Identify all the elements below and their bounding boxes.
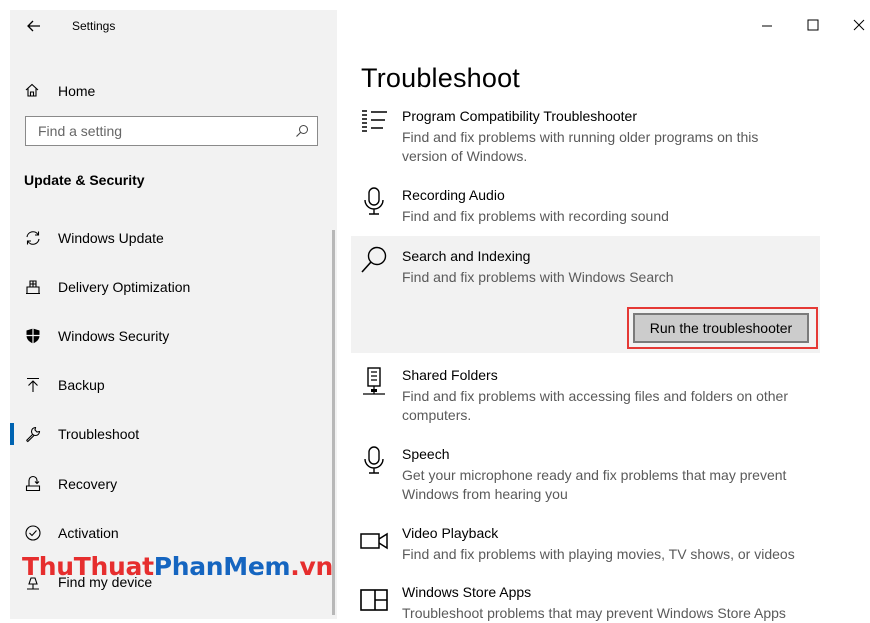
troubleshooter-item-windows-store-apps[interactable]: Windows Store Apps Troubleshoot problems… <box>351 584 820 621</box>
troubleshooter-item-shared-folders[interactable]: Shared Folders Find and fix problems wit… <box>351 367 820 427</box>
sidebar-item-troubleshoot[interactable]: Troubleshoot <box>10 415 337 453</box>
close-icon <box>853 19 865 31</box>
backup-arrow-icon <box>27 377 39 392</box>
close-button[interactable] <box>836 10 870 40</box>
section-header: Update & Security <box>24 172 145 188</box>
sidebar-item-activation[interactable]: Activation <box>10 514 337 552</box>
maximize-button[interactable] <box>790 10 836 40</box>
sidebar-item-label: Windows Update <box>58 230 164 246</box>
title-bar: Settings <box>10 10 337 42</box>
sidebar-home[interactable]: Home <box>10 72 337 108</box>
video-camera-icon <box>360 532 388 550</box>
troubleshooter-desc: Find and fix problems with recording sou… <box>402 208 669 224</box>
troubleshooter-name: Windows Store Apps <box>402 584 532 600</box>
home-label: Home <box>58 83 96 99</box>
sidebar-item-label: Backup <box>58 377 105 393</box>
sync-icon <box>26 231 40 245</box>
selection-indicator <box>10 423 14 445</box>
sidebar-item-label: Troubleshoot <box>58 426 140 442</box>
troubleshooter-name: Video Playback <box>402 525 499 541</box>
troubleshooter-name: Program Compatibility Troubleshooter <box>402 108 637 124</box>
run-troubleshooter-button[interactable]: Run the troubleshooter <box>633 313 809 343</box>
microphone-icon <box>364 446 384 474</box>
troubleshooter-item-program-compatibility[interactable]: Program Compatibility Troubleshooter Fin… <box>351 108 820 168</box>
search-icon[interactable] <box>295 124 309 138</box>
sidebar-item-backup[interactable]: Backup <box>10 366 337 404</box>
store-apps-icon <box>360 589 388 611</box>
sidebar-item-label: Windows Security <box>58 328 170 344</box>
wrench-icon <box>26 426 41 443</box>
back-button[interactable] <box>24 16 44 36</box>
troubleshooter-item-video-playback[interactable]: Video Playback Find and fix problems wit… <box>351 525 820 565</box>
minimize-icon <box>762 25 772 27</box>
troubleshooter-name: Speech <box>402 446 450 462</box>
minimize-button[interactable] <box>744 10 790 40</box>
watermark-part2: PhanMem <box>153 552 291 581</box>
sidebar-item-label: Activation <box>58 525 119 541</box>
watermark-part1: ThuThuat <box>22 552 154 581</box>
delivery-optimization-icon <box>26 280 40 295</box>
sidebar-item-recovery[interactable]: Recovery <box>10 465 337 503</box>
home-icon <box>25 83 39 97</box>
troubleshooter-desc: Get your microphone ready and fix proble… <box>402 467 787 502</box>
sidebar-item-delivery-optimization[interactable]: Delivery Optimization <box>10 268 337 306</box>
troubleshooter-name: Recording Audio <box>402 187 505 203</box>
sidebar-item-label: Recovery <box>58 476 118 492</box>
troubleshooter-desc: Find and fix problems with playing movie… <box>402 546 795 562</box>
list-icon <box>362 110 387 132</box>
troubleshooter-desc: Find and fix problems with Windows Searc… <box>402 269 674 285</box>
troubleshooter-desc: Find and fix problems with accessing fil… <box>402 388 788 423</box>
sidebar-item-label: Delivery Optimization <box>58 279 191 295</box>
troubleshooter-name: Shared Folders <box>402 367 498 383</box>
sidebar-item-windows-security[interactable]: Windows Security <box>10 317 337 355</box>
troubleshooter-desc: Find and fix problems with running older… <box>402 129 759 164</box>
maximize-icon <box>807 19 819 31</box>
search-icon <box>361 246 387 273</box>
recovery-icon <box>25 475 41 492</box>
check-circle-icon <box>25 525 41 541</box>
search-input[interactable] <box>26 117 288 145</box>
sidebar: Settings Home Update & Security Windows … <box>10 10 337 619</box>
page-title: Troubleshoot <box>361 63 520 93</box>
troubleshooter-name: Search and Indexing <box>402 248 531 264</box>
troubleshooter-desc: Troubleshoot problems that may prevent W… <box>402 605 786 621</box>
microphone-icon <box>364 187 384 215</box>
watermark: ThuThuatPhanMem.vn <box>22 552 333 581</box>
back-arrow-icon <box>27 20 40 32</box>
troubleshooter-item-recording-audio[interactable]: Recording Audio Find and fix problems wi… <box>351 187 820 227</box>
shared-folders-icon <box>363 367 385 395</box>
sidebar-item-windows-update[interactable]: Windows Update <box>10 219 337 257</box>
watermark-part3: .vn <box>290 552 333 581</box>
shield-icon <box>26 328 40 344</box>
app-title: Settings <box>72 19 116 33</box>
troubleshooter-item-speech[interactable]: Speech Get your microphone ready and fix… <box>351 446 820 506</box>
search-box[interactable] <box>25 116 318 146</box>
